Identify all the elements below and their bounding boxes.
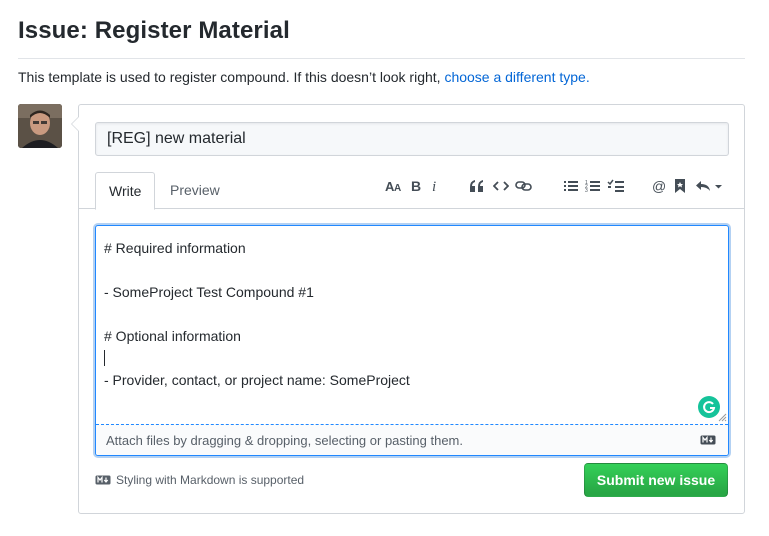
avatar[interactable] (18, 104, 62, 148)
avatar-image (18, 104, 62, 148)
markdown-icon (700, 435, 716, 445)
italic-icon[interactable]: i (430, 176, 440, 196)
editor-line: # Required information (104, 240, 246, 256)
attach-files-zone[interactable]: Attach files by dragging & dropping, sel… (96, 424, 728, 455)
resize-handle-icon[interactable] (717, 412, 727, 422)
editor-line: - SomeProject Test Compound #1 (104, 284, 314, 300)
svg-text:B: B (411, 179, 421, 193)
title-divider (18, 58, 745, 59)
new-issue-form: Write Preview AA B i 123 @ (71, 104, 745, 514)
ordered-list-icon[interactable]: 123 (585, 176, 601, 196)
bold-icon[interactable]: B (410, 176, 422, 196)
unordered-list-icon[interactable] (563, 176, 579, 196)
reply-icon[interactable] (695, 176, 723, 196)
tab-preview[interactable]: Preview (157, 172, 233, 209)
svg-text:@: @ (652, 178, 666, 194)
issue-body-textarea[interactable]: # Required information - SomeProject Test… (95, 225, 729, 456)
submit-new-issue-button[interactable]: Submit new issue (584, 463, 728, 497)
mention-icon[interactable]: @ (651, 176, 667, 196)
issue-title-input[interactable] (95, 122, 729, 156)
page-title: Issue: Register Material (18, 17, 290, 44)
saved-reply-icon[interactable] (673, 176, 687, 196)
svg-text:3: 3 (585, 188, 588, 193)
text-cursor (104, 350, 105, 366)
svg-text:i: i (432, 179, 436, 193)
link-icon[interactable] (515, 176, 533, 196)
choose-template-link[interactable]: choose a different type. (444, 69, 589, 85)
text-size-icon[interactable]: AA (385, 176, 403, 196)
template-note: This template is used to register compou… (18, 69, 590, 85)
editor-line: - Provider, contact, or project name: So… (104, 372, 410, 388)
markdown-icon (95, 475, 111, 485)
code-icon[interactable] (493, 176, 509, 196)
editor-line: # Optional information (104, 328, 241, 344)
attach-hint: Attach files by dragging & dropping, sel… (106, 433, 463, 448)
markdown-support-note[interactable]: Styling with Markdown is supported (95, 473, 304, 487)
tab-write[interactable]: Write (95, 172, 156, 210)
task-list-icon[interactable] (607, 176, 625, 196)
template-note-text: This template is used to register compou… (18, 69, 441, 85)
editor-content[interactable]: # Required information - SomeProject Test… (104, 237, 410, 391)
svg-text:A: A (394, 183, 401, 193)
markdown-note-text: Styling with Markdown is supported (116, 473, 305, 487)
quote-icon[interactable] (469, 176, 485, 196)
editor-line-cursor (104, 347, 410, 369)
